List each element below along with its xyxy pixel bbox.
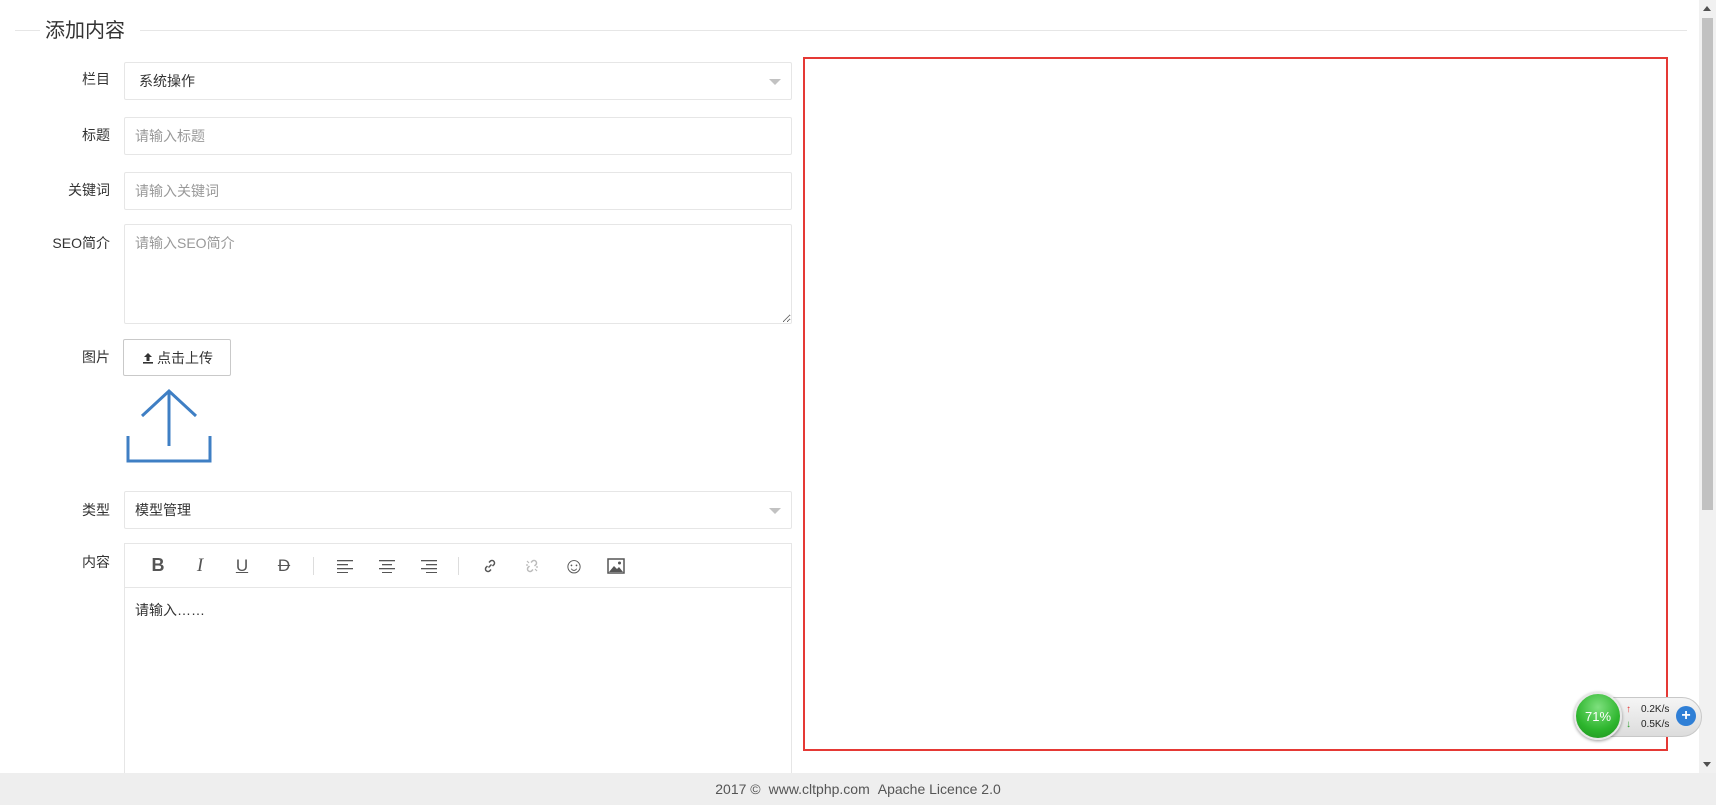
- unlink-icon[interactable]: [515, 551, 549, 581]
- upload-icon: [126, 388, 212, 463]
- footer-license: Apache Licence 2.0: [877, 781, 1001, 797]
- content-label: 内容: [82, 554, 110, 570]
- seo-textarea[interactable]: [124, 224, 792, 324]
- footer-copyright: 2017 ©: [715, 781, 761, 797]
- network-percent[interactable]: 71%: [1574, 692, 1622, 740]
- title-label: 标题: [82, 127, 110, 143]
- align-right-icon[interactable]: [412, 551, 446, 581]
- plus-icon[interactable]: +: [1676, 706, 1696, 726]
- scroll-down-icon[interactable]: [1703, 762, 1711, 767]
- image-icon[interactable]: [599, 551, 633, 581]
- keywords-input[interactable]: [124, 172, 792, 210]
- upload-small-icon: [143, 352, 153, 364]
- footer-site-link[interactable]: www.cltphp.com: [769, 781, 870, 797]
- download-rate: 0.5K/s: [1641, 719, 1670, 730]
- strikethrough-icon[interactable]: D: [267, 551, 301, 581]
- editor-toolbar: B I U D ☺: [125, 544, 791, 588]
- vertical-scrollbar[interactable]: [1699, 0, 1716, 773]
- link-icon[interactable]: [473, 551, 507, 581]
- upload-button[interactable]: 点击上传: [123, 339, 231, 376]
- column-select-value: 系统操作: [139, 73, 195, 89]
- title-input[interactable]: [124, 117, 792, 155]
- toolbar-separator: [313, 556, 314, 575]
- download-arrow-icon: ↓: [1626, 719, 1631, 730]
- page-title: 添加内容: [45, 20, 125, 42]
- chevron-down-icon: [769, 79, 781, 85]
- image-label: 图片: [82, 349, 110, 365]
- keywords-label: 关键词: [68, 182, 110, 198]
- type-select[interactable]: 模型管理: [124, 491, 792, 529]
- seo-label: SEO简介: [52, 235, 110, 251]
- highlight-frame: [803, 57, 1668, 751]
- scroll-thumb[interactable]: [1702, 18, 1713, 510]
- upload-button-label: 点击上传: [157, 349, 213, 366]
- upload-arrow-icon: ↑: [1626, 704, 1631, 715]
- network-rates: ↑ 0.2K/s ↓ 0.5K/s: [1626, 702, 1669, 732]
- fieldset-line-left: [15, 30, 40, 31]
- rich-text-editor: B I U D ☺ 请输入……: [124, 543, 792, 775]
- fieldset-line-right: [140, 30, 1687, 31]
- type-select-value: 模型管理: [135, 502, 191, 518]
- underline-icon[interactable]: U: [225, 551, 259, 581]
- toolbar-separator: [458, 556, 459, 575]
- italic-icon[interactable]: I: [183, 551, 217, 581]
- footer: 2017 © www.cltphp.com Apache Licence 2.0: [0, 773, 1716, 805]
- align-left-icon[interactable]: [328, 551, 362, 581]
- page: 添加内容 栏目 系统操作 标题 关键词 SEO简介 图片 点击上传 类型 模型管…: [0, 0, 1716, 805]
- emoji-icon[interactable]: ☺: [557, 551, 591, 581]
- align-center-icon[interactable]: [370, 551, 404, 581]
- chevron-down-icon: [769, 508, 781, 514]
- scroll-up-icon[interactable]: [1703, 6, 1711, 11]
- upload-rate: 0.2K/s: [1641, 704, 1670, 715]
- type-label: 类型: [82, 502, 110, 518]
- editor-content[interactable]: 请输入……: [125, 588, 791, 632]
- bold-icon[interactable]: B: [141, 551, 175, 581]
- column-select[interactable]: 系统操作: [124, 62, 792, 100]
- column-label: 栏目: [82, 71, 110, 87]
